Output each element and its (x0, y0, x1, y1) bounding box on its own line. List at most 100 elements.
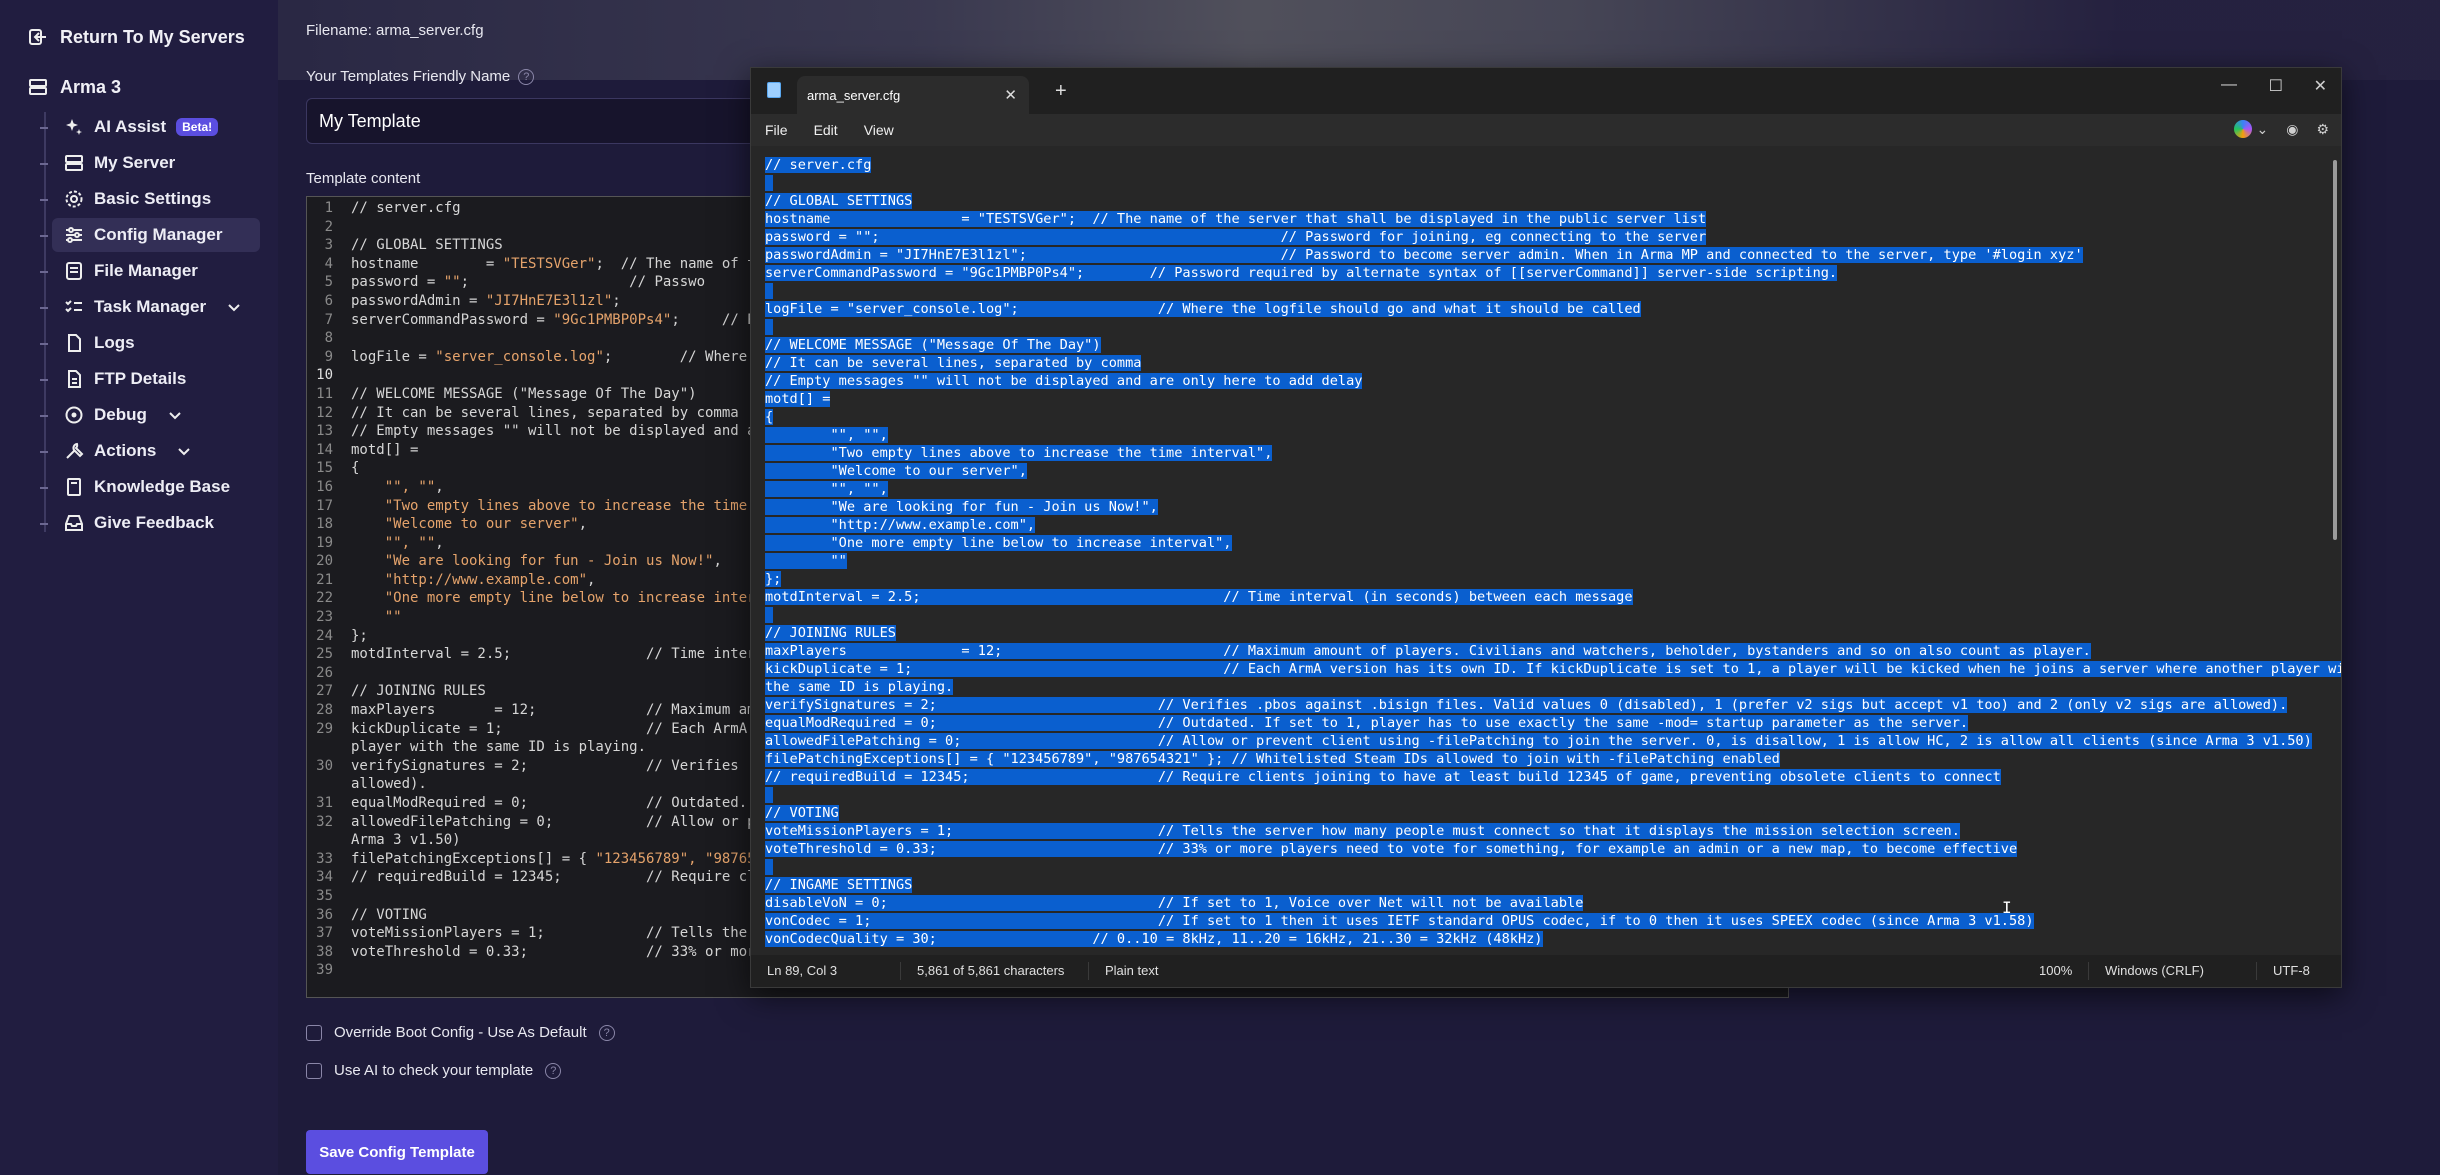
sidebar-item-knowledge-base[interactable]: Knowledge Base (40, 470, 260, 504)
maximize-icon[interactable]: ☐ (2269, 76, 2283, 96)
copilot-button[interactable]: ⌄ (2234, 120, 2268, 138)
help-icon[interactable]: ? (518, 68, 535, 85)
notepad-line-text (765, 175, 774, 191)
task-list-icon (64, 297, 84, 317)
notepad-line-text: the same ID is playing. (765, 679, 954, 695)
line-text: { (351, 459, 359, 478)
chevron-down-icon: ⌄ (2256, 120, 2269, 137)
notepad-statusbar: Ln 89, Col 3 5,861 of 5,861 characters P… (751, 955, 2341, 987)
sidebar-item-task-manager[interactable]: Task Manager (40, 290, 260, 324)
settings-gear-icon[interactable]: ⚙ (2316, 121, 2329, 138)
sidebar-item-my-server[interactable]: My Server (40, 146, 260, 180)
code-token: // GLOBAL SETTINGS (351, 237, 503, 254)
notepad-line-text: // Empty messages "" will not be display… (765, 373, 1363, 389)
string-token: "9Gc1PMBP0Ps4" (553, 311, 672, 328)
sidebar-item-actions[interactable]: Actions (40, 434, 260, 468)
status-line-ending[interactable]: Windows (CRLF) (2089, 962, 2257, 980)
chevron-down-icon[interactable] (176, 443, 192, 459)
notepad-line: // VOTING (765, 804, 2321, 822)
close-icon[interactable]: ✕ (1004, 86, 1017, 104)
line-number: 10 (316, 367, 333, 384)
line-number (307, 775, 351, 794)
line-text (351, 218, 359, 237)
code-token: // VOTING (351, 906, 427, 923)
sidebar-item-give-feedback[interactable]: Give Feedback (40, 506, 260, 540)
notepad-text-area[interactable]: // server.cfg // GLOBAL SETTINGS hostname… (751, 146, 2341, 956)
override-boot-config-row: Override Boot Config - Use As Default ? (306, 1024, 615, 1041)
notepad-line: voteMissionPlayers = 1; // Tells the ser… (765, 822, 2321, 840)
notepad-line-text: // GLOBAL SETTINGS (765, 193, 913, 209)
status-encoding[interactable]: UTF-8 (2257, 962, 2326, 980)
sidebar-item-label: Task Manager (94, 297, 207, 316)
save-config-template-button[interactable]: Save Config Template (306, 1130, 488, 1174)
line-number (307, 738, 351, 757)
line-text: hostname = "TESTSVGer"; // The name of t… (351, 255, 764, 274)
use-ai-check-checkbox[interactable] (306, 1062, 322, 1079)
notepad-line-text: motd[] = (765, 391, 831, 407)
line-text: // Empty messages "" will not be display… (351, 422, 764, 441)
code-token: , (435, 478, 444, 495)
line-text: }; (351, 627, 368, 646)
line-number: 7 (324, 311, 333, 328)
notepad-line-text: // It can be several lines, separated by… (765, 355, 1142, 371)
menu-view[interactable]: View (864, 122, 894, 138)
minimize-icon[interactable]: — (2221, 76, 2237, 94)
sidebar-item-logs[interactable]: Logs (40, 326, 260, 360)
code-token: // server.cfg (351, 200, 461, 216)
filename-label: Filename: arma_server.cfg (306, 22, 484, 39)
notepad-line (765, 282, 2321, 300)
line-text: player with the same ID is playing. (351, 738, 646, 757)
sidebar-item-basic-settings[interactable]: Basic Settings (40, 182, 260, 216)
friendly-name-input[interactable] (306, 98, 766, 144)
notepad-line-text: // requiredBuild = 12345; // Require cli… (765, 769, 2001, 785)
notepad-line: "We are looking for fun - Join us Now!", (765, 498, 2321, 516)
chevron-down-icon[interactable] (226, 299, 242, 315)
notepad-tab[interactable]: arma_server.cfg ✕ (797, 76, 1029, 114)
notepad-scrollbar[interactable] (2333, 160, 2337, 540)
line-text: // JOINING RULES (351, 682, 486, 701)
new-tab-plus-icon[interactable]: + (1055, 80, 1067, 103)
menu-file[interactable]: File (765, 122, 788, 138)
notepad-titlebar[interactable]: arma_server.cfg ✕ + — ☐ ✕ (751, 68, 2341, 114)
sidebar-item-label: Actions (94, 441, 157, 460)
menu-edit[interactable]: Edit (814, 122, 838, 138)
sidebar-item-file-manager[interactable]: File Manager (40, 254, 260, 288)
help-icon[interactable]: ? (598, 1024, 615, 1041)
return-to-servers-label: Return To My Servers (60, 26, 245, 47)
help-icon[interactable]: ? (545, 1062, 562, 1079)
sidebar-item-ai-assist[interactable]: AI Assist Beta! (40, 110, 260, 144)
notepad-line: "" (765, 552, 2321, 570)
line-text (351, 887, 359, 906)
notepad-line-text: hostname = "TESTSVGer"; // The name of t… (765, 211, 1707, 227)
notepad-line: // JOINING RULES (765, 624, 2321, 642)
code-token: allowed). (351, 776, 427, 793)
string-token: "http://www.example.com" (384, 571, 588, 588)
sidebar-item-debug[interactable]: Debug (40, 398, 260, 432)
line-text: // It can be several lines, separated by… (351, 404, 739, 423)
line-text: serverCommandPassword = "9Gc1PMBP0Ps4"; … (351, 311, 764, 330)
account-icon[interactable]: ◉ (2286, 121, 2298, 138)
line-number: 37 (316, 925, 333, 942)
sidebar-item-config-manager[interactable]: Config Manager (40, 218, 260, 252)
string-token: "Two empty lines above to increase the t… (384, 497, 765, 514)
override-boot-config-checkbox[interactable] (306, 1024, 322, 1041)
notepad-line-text: motdInterval = 2.5; // Time interval (in… (765, 589, 1633, 605)
notepad-line-text: passwordAdmin = "JI7HnE7E3l1zl"; // Pass… (765, 247, 2083, 263)
line-number: 17 (316, 497, 333, 514)
chevron-down-icon[interactable] (167, 407, 183, 423)
line-number: 28 (316, 702, 333, 719)
exit-arrow-icon (28, 27, 48, 47)
line-number: 32 (316, 813, 333, 830)
window-close-icon[interactable]: ✕ (2314, 76, 2327, 96)
notepad-line: motdInterval = 2.5; // Time interval (in… (765, 588, 2321, 606)
line-text: allowedFilePatching = 0; // Allow or p (351, 813, 756, 832)
line-number: 31 (316, 795, 333, 811)
notepad-line-text: vonCodecQuality = 30; // 0..10 = 8kHz, 1… (765, 931, 1543, 947)
sidebar-item-ftp-details[interactable]: FTP Details (40, 362, 260, 396)
line-number: 11 (316, 385, 333, 402)
line-text: filePatchingExceptions[] = { "123456789"… (351, 850, 764, 869)
status-zoom[interactable]: 100% (2023, 962, 2089, 980)
return-to-servers-link[interactable]: Return To My Servers (0, 20, 278, 54)
